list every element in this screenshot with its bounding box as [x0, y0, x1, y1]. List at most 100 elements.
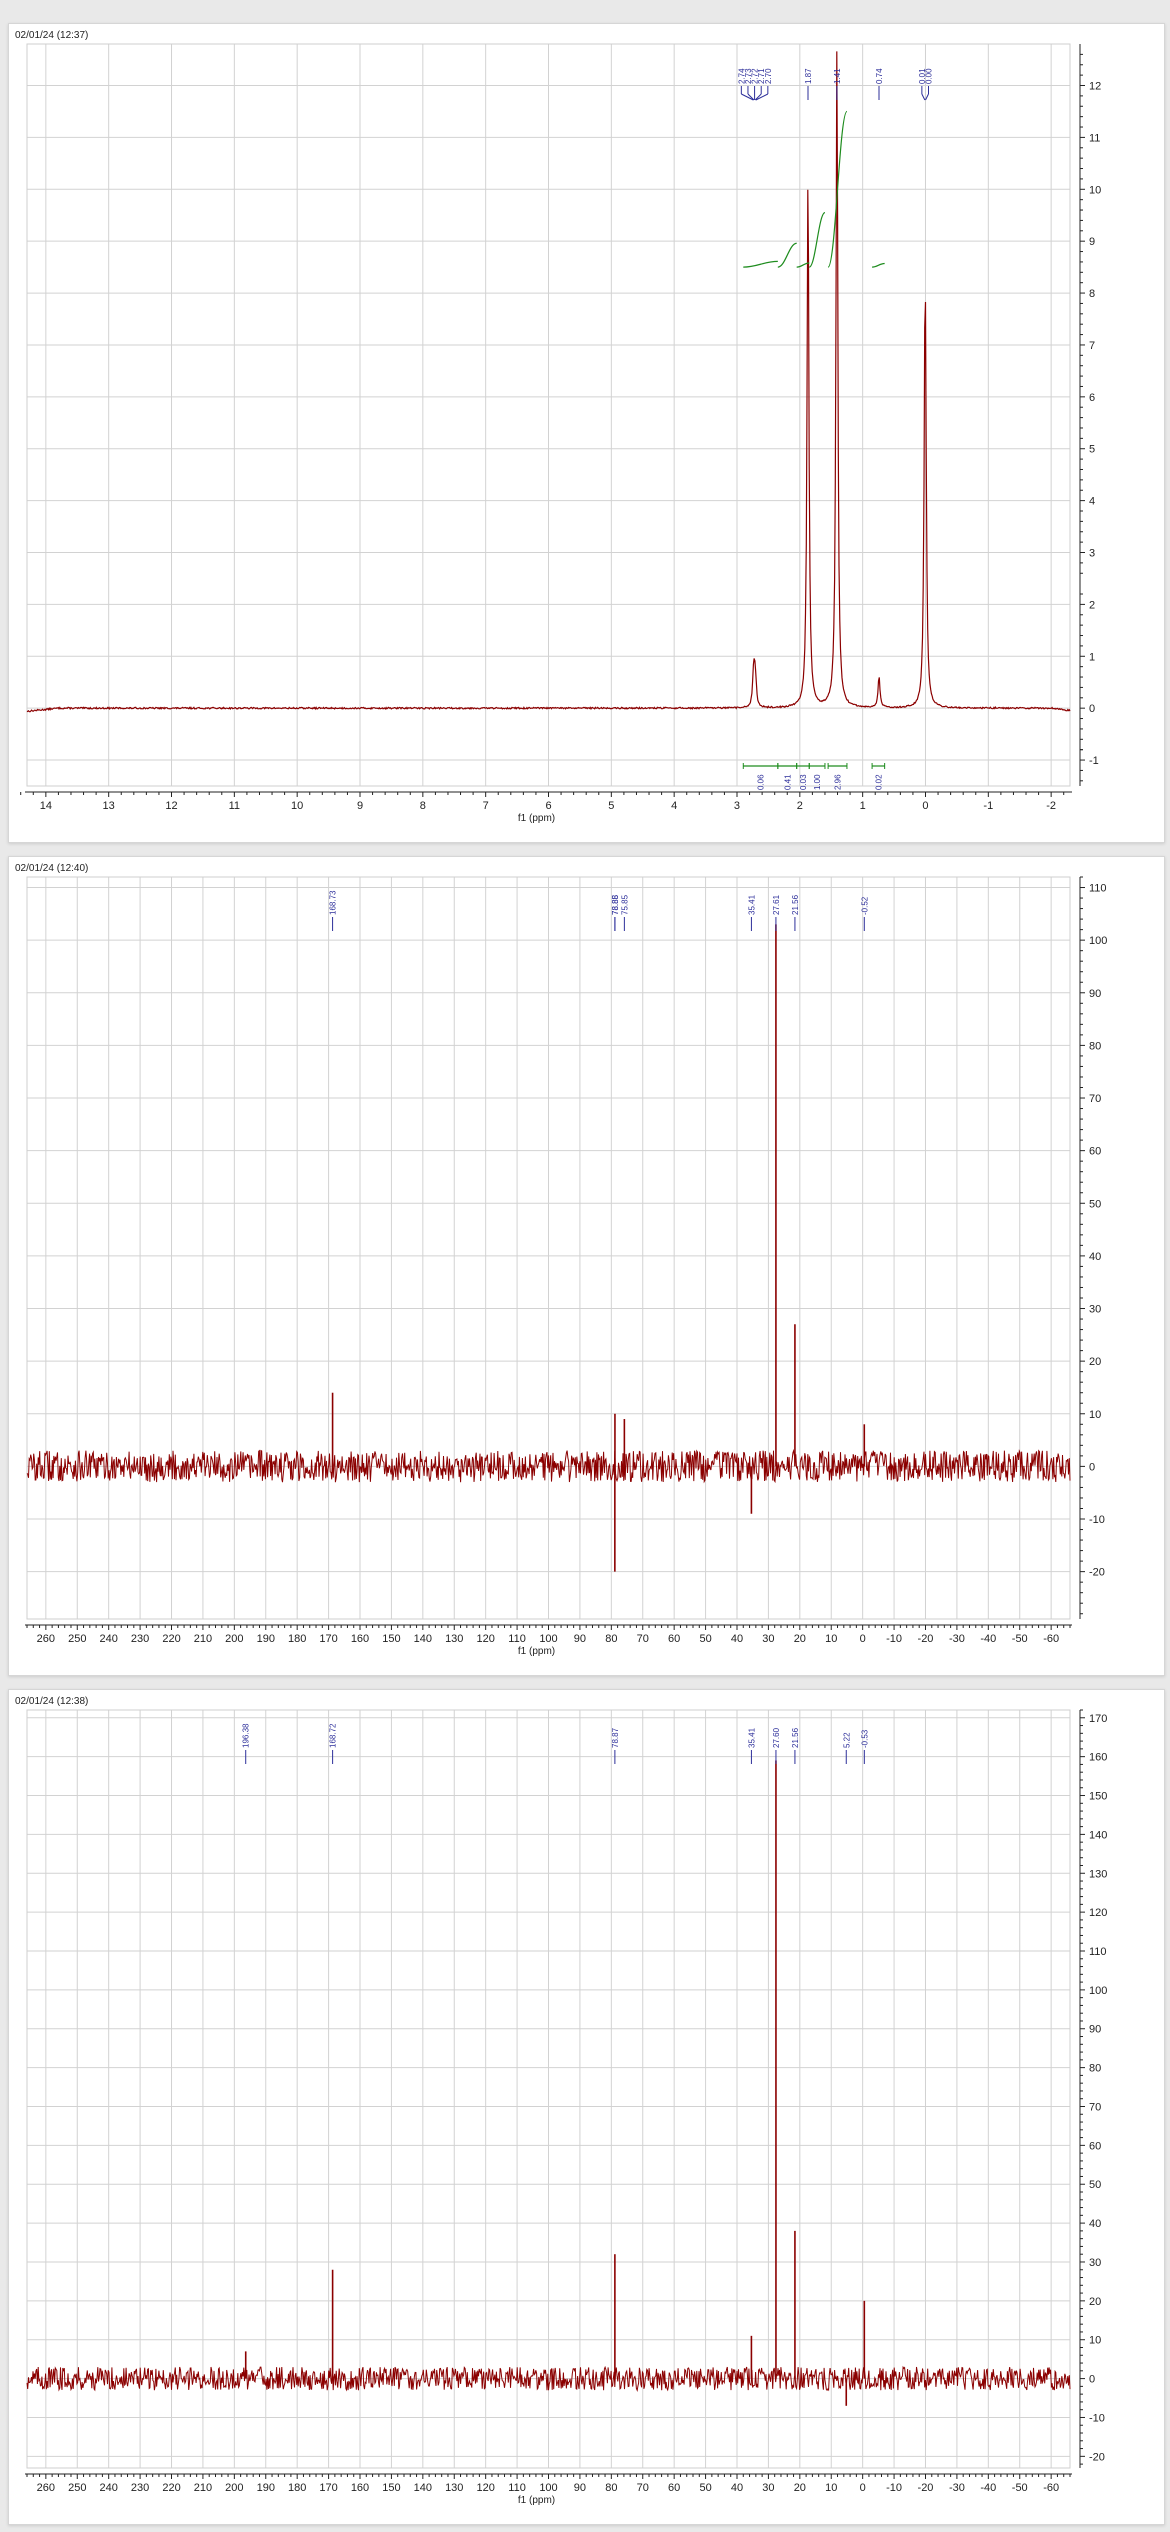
peak-label: -0.52 [860, 896, 869, 915]
integral-value: 0.41 [783, 774, 792, 790]
grid [27, 44, 1070, 786]
x-tick-label: 180 [288, 2482, 306, 2494]
integral-curve [872, 262, 885, 268]
y-tick-label: 5 [1089, 444, 1095, 456]
y-tick-label: 130 [1089, 1868, 1107, 1880]
x-tick-label: 10 [291, 800, 303, 812]
y-tick-label: 30 [1089, 1304, 1101, 1316]
x-tick-label: 220 [162, 1633, 180, 1645]
grid [27, 877, 1070, 1619]
x-tick-label: 190 [257, 2482, 275, 2494]
y-tick-label: -20 [1089, 1567, 1105, 1579]
x-tick-label: 160 [351, 1633, 369, 1645]
x-tick-label: 230 [131, 2482, 149, 2494]
y-tick-label: 0 [1089, 1461, 1095, 1473]
peak-label: 78.85 [611, 894, 620, 915]
integral-value: 0.02 [874, 774, 883, 790]
x-tick-label: -60 [1043, 2482, 1059, 2494]
y-tick-label: 50 [1089, 1198, 1101, 1210]
peak-label: 168.73 [329, 890, 338, 915]
x-tick-label: 140 [414, 2482, 432, 2494]
x-tick-label: -20 [918, 1633, 934, 1645]
peak-label: 1.41 [833, 68, 842, 84]
y-tick-label: 7 [1089, 340, 1095, 352]
x-tick-label: -40 [980, 2482, 996, 2494]
x-tick-label: 2 [797, 800, 803, 812]
peak-label: 27.60 [772, 1727, 781, 1748]
peak-label: 21.56 [791, 1727, 800, 1748]
carbon-nmr-chart: 02/01/24 (12:38)260 250 240 230 220 210 200 190… [15, 1696, 1107, 2506]
x-tick-label: 4 [671, 800, 677, 812]
peak-label: 78.87 [611, 1727, 620, 1748]
y-tick-label: 60 [1089, 1146, 1101, 1158]
x-tick-label: 80 [605, 2482, 617, 2494]
x-tick-label: 70 [637, 2482, 649, 2494]
y-tick-label: 70 [1089, 2101, 1101, 2113]
y-tick-label: 120 [1089, 1907, 1107, 1919]
x-tick-label: 30 [762, 2482, 774, 2494]
x-tick-label: 5 [608, 800, 614, 812]
x-tick-label: 80 [605, 1633, 617, 1645]
x-tick-label: 240 [100, 2482, 118, 2494]
y-tick-label: 160 [1089, 1752, 1107, 1764]
integral-value: 0.06 [757, 774, 766, 790]
x-tick-label: 100 [539, 1633, 557, 1645]
x-tick-label: 9 [357, 800, 363, 812]
carbon-nmr-apt-panel: 02/01/24 (12:40) 260 250 240 230 220 210 200 190… [8, 856, 1165, 1676]
x-tick-label: 0 [860, 1633, 866, 1645]
y-tick-label: 10 [1089, 1409, 1101, 1421]
x-tick-label: 110 [508, 1633, 526, 1645]
x-tick-label: -40 [980, 1633, 996, 1645]
peak-label: 35.41 [747, 894, 756, 915]
y-tick-label: 110 [1089, 1946, 1107, 1958]
integral-value: 2.96 [834, 774, 843, 790]
x-tick-label: 11 [229, 800, 240, 812]
y-tick-label: 80 [1089, 1040, 1101, 1052]
x-tick-label: 50 [699, 2482, 711, 2494]
peak-label: 2.70 [764, 68, 773, 84]
x-tick-label: 200 [225, 2482, 243, 2494]
y-tick-label: 70 [1089, 1093, 1101, 1105]
x-tick-label: 7 [483, 800, 489, 812]
y-tick-label: -10 [1089, 2412, 1105, 2424]
x-tick-label: 40 [731, 1633, 743, 1645]
x-tick-label: -30 [949, 1633, 965, 1645]
y-tick-label: 60 [1089, 2140, 1101, 2152]
timestamp-label: 02/01/24 (12:40) [15, 863, 88, 874]
x-tick-label: 110 [508, 2482, 526, 2494]
y-tick-label: 2 [1089, 599, 1095, 611]
y-tick-label: 40 [1089, 1251, 1101, 1263]
x-tick-label: 120 [476, 1633, 494, 1645]
x-tick-label: -30 [949, 2482, 965, 2494]
y-tick-label: 80 [1089, 2063, 1101, 2075]
peak-label: 0.00 [924, 68, 933, 84]
proton-nmr-panel: 02/01/24 (12:37) 14 13 12 11 10 9 8 7 6 5 4 3 2 1 0 -1 -2… [8, 23, 1165, 843]
y-tick-label: 0 [1089, 703, 1095, 715]
x-tick-label: 160 [351, 2482, 369, 2494]
x-axis-title: f1 (ppm) [518, 2495, 555, 2506]
x-tick-label: -20 [918, 2482, 934, 2494]
x-tick-label: 10 [825, 2482, 837, 2494]
x-tick-label: 50 [699, 1633, 711, 1645]
peak-label: 21.56 [791, 894, 800, 915]
x-tick-label: 90 [574, 1633, 586, 1645]
y-tick-label: 40 [1089, 2218, 1101, 2230]
x-tick-label: 200 [225, 1633, 243, 1645]
y-tick-label: 4 [1089, 496, 1095, 508]
x-axis-title: f1 (ppm) [518, 813, 555, 824]
peak-label: 168.72 [329, 1723, 338, 1748]
x-tick-label: 60 [668, 2482, 680, 2494]
y-tick-label: 10 [1089, 2335, 1101, 2347]
x-tick-label: 180 [288, 1633, 306, 1645]
y-tick-label: 150 [1089, 1791, 1107, 1803]
integral-value: 1.00 [813, 774, 822, 790]
x-tick-label: 150 [382, 2482, 400, 2494]
y-tick-label: 3 [1089, 548, 1095, 560]
grid [27, 1710, 1070, 2468]
x-tick-label: 6 [545, 800, 551, 812]
y-tick-label: 0 [1089, 2374, 1095, 2386]
x-tick-label: 130 [445, 1633, 463, 1645]
y-tick-label: 170 [1089, 1713, 1107, 1725]
proton-nmr-chart: 02/01/24 (12:37)14 13 12 11 10 9 8 7 6 5 4 3 2 1 0 -1 -2… [15, 30, 1101, 824]
y-tick-label: 1 [1089, 651, 1095, 663]
